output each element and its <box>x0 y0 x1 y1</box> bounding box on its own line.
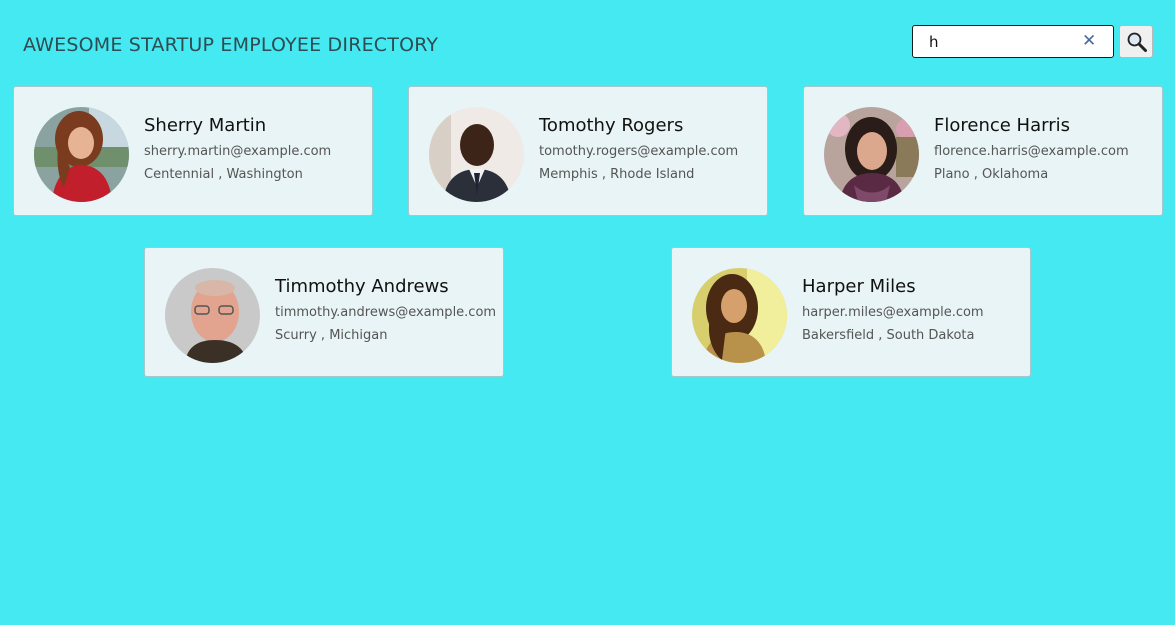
employee-email: tomothy.rogers@example.com <box>539 144 739 159</box>
employee-location: Bakersfield , South Dakota <box>802 328 975 343</box>
search-button[interactable] <box>1119 25 1153 58</box>
employee-location: Centennial , Washington <box>144 167 303 182</box>
employee-name: Tomothy Rogers <box>539 115 684 136</box>
clear-icon[interactable]: ✕ <box>1082 33 1096 50</box>
search-icon <box>1127 32 1147 52</box>
employee-card[interactable]: Harper Miles harper.miles@example.com Ba… <box>671 247 1031 377</box>
avatar <box>429 107 524 202</box>
employee-card[interactable]: Tomothy Rogers tomothy.rogers@example.co… <box>408 86 768 216</box>
page-title: AWESOME STARTUP EMPLOYEE DIRECTORY <box>23 34 439 56</box>
employee-card[interactable]: Florence Harris florence.harris@example.… <box>803 86 1163 216</box>
search-input[interactable] <box>913 26 1089 57</box>
employee-email: sherry.martin@example.com <box>144 144 332 159</box>
avatar <box>165 268 260 363</box>
employee-card[interactable]: Timmothy Andrews timmothy.andrews@exampl… <box>144 247 504 377</box>
employee-location: Scurry , Michigan <box>275 328 388 343</box>
employee-card[interactable]: Sherry Martin sherry.martin@example.com … <box>13 86 373 216</box>
employee-location: Memphis , Rhode Island <box>539 167 695 182</box>
employee-location: Plano , Oklahoma <box>934 167 1049 182</box>
employee-email: timmothy.andrews@example.com <box>275 305 497 320</box>
avatar <box>824 107 919 202</box>
employee-name: Timmothy Andrews <box>275 276 449 297</box>
search-box[interactable]: ✕ <box>912 25 1114 58</box>
avatar <box>34 107 129 202</box>
employee-email: harper.miles@example.com <box>802 305 984 320</box>
employee-name: Harper Miles <box>802 276 916 297</box>
employee-name: Florence Harris <box>934 115 1070 136</box>
employee-email: florence.harris@example.com <box>934 144 1129 159</box>
employee-name: Sherry Martin <box>144 115 267 136</box>
avatar <box>692 268 787 363</box>
